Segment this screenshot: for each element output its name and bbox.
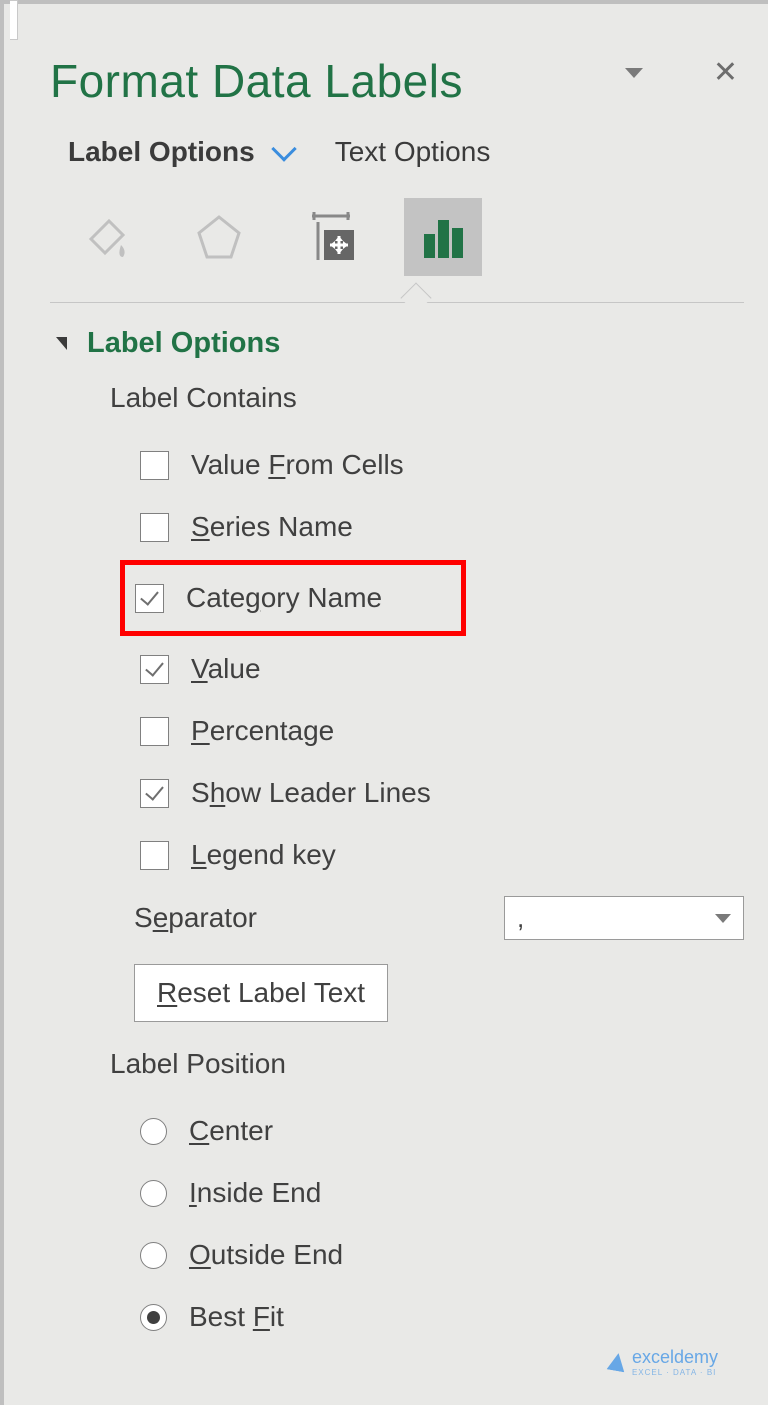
checkbox-label: Show Leader Lines bbox=[191, 777, 431, 809]
radio-center[interactable]: Center bbox=[134, 1100, 744, 1162]
separator-value: , bbox=[517, 903, 524, 934]
checkbox-label: Category Name bbox=[186, 582, 382, 614]
radio-icon bbox=[140, 1118, 167, 1145]
checkbox-icon bbox=[140, 841, 169, 870]
checkbox-label: Value From Cells bbox=[191, 449, 404, 481]
reset-label-text-button[interactable]: Reset Label Text bbox=[134, 964, 388, 1022]
checkbox-icon bbox=[140, 717, 169, 746]
radio-best-fit[interactable]: Best Fit bbox=[134, 1286, 744, 1348]
tab-text-options[interactable]: Text Options bbox=[335, 136, 491, 168]
separator-label: Separator bbox=[134, 902, 257, 934]
chevron-down-icon[interactable] bbox=[271, 136, 296, 161]
radio-inside-end[interactable]: Inside End bbox=[134, 1162, 744, 1224]
watermark-sub: EXCEL · DATA · BI bbox=[632, 1368, 718, 1377]
label-position-heading: Label Position bbox=[110, 1048, 744, 1080]
fill-line-icon[interactable] bbox=[68, 198, 146, 276]
checkbox-icon bbox=[140, 513, 169, 542]
radio-label: Best Fit bbox=[189, 1301, 284, 1333]
pane-title: Format Data Labels bbox=[50, 54, 463, 108]
radio-label: Inside End bbox=[189, 1177, 321, 1209]
annotation-highlight: Category Name bbox=[120, 560, 466, 636]
tab-pointer bbox=[400, 282, 431, 313]
checkbox-icon bbox=[135, 584, 164, 613]
checkbox-legend-key[interactable]: Legend key bbox=[134, 824, 744, 886]
radio-icon bbox=[140, 1242, 167, 1269]
checkbox-percentage[interactable]: Percentage bbox=[134, 700, 744, 762]
format-data-labels-pane: Format Data Labels ✕ Label Options Text … bbox=[10, 48, 768, 1348]
section-title: Label Options bbox=[87, 327, 280, 360]
watermark-brand: exceldemy bbox=[632, 1347, 718, 1368]
watermark-icon bbox=[607, 1352, 628, 1373]
divider bbox=[50, 302, 744, 303]
radio-outside-end[interactable]: Outside End bbox=[134, 1224, 744, 1286]
checkbox-label: Value bbox=[191, 653, 261, 685]
sheet-tab-edge bbox=[10, 0, 18, 40]
checkbox-value[interactable]: Value bbox=[134, 638, 744, 700]
close-icon[interactable]: ✕ bbox=[713, 58, 738, 88]
checkbox-value-from-cells[interactable]: Value From Cells bbox=[134, 434, 744, 496]
checkbox-icon bbox=[140, 779, 169, 808]
effects-icon[interactable] bbox=[180, 198, 258, 276]
checkbox-label: Series Name bbox=[191, 511, 353, 543]
radio-label: Outside End bbox=[189, 1239, 343, 1271]
size-properties-icon[interactable] bbox=[292, 198, 370, 276]
radio-icon bbox=[140, 1304, 167, 1331]
collapse-triangle-icon bbox=[56, 337, 67, 350]
checkbox-show-leader-lines[interactable]: Show Leader Lines bbox=[134, 762, 744, 824]
checkbox-icon bbox=[140, 451, 169, 480]
checkbox-label: Percentage bbox=[191, 715, 334, 747]
watermark: exceldemy EXCEL · DATA · BI bbox=[608, 1347, 718, 1377]
label-contains-heading: Label Contains bbox=[110, 382, 744, 414]
checkbox-series-name[interactable]: Series Name bbox=[134, 496, 744, 558]
checkbox-icon bbox=[140, 655, 169, 684]
checkbox-category-name[interactable]: Category Name bbox=[129, 567, 457, 629]
radio-label: Center bbox=[189, 1115, 273, 1147]
label-options-icon[interactable] bbox=[404, 198, 482, 276]
checkbox-label: Legend key bbox=[191, 839, 336, 871]
radio-icon bbox=[140, 1180, 167, 1207]
separator-select[interactable]: , bbox=[504, 896, 744, 940]
chevron-down-icon bbox=[715, 914, 731, 923]
tab-label-options[interactable]: Label Options bbox=[68, 136, 255, 168]
task-pane-options-dropdown[interactable] bbox=[625, 68, 643, 78]
section-label-options-header[interactable]: Label Options bbox=[50, 327, 744, 360]
